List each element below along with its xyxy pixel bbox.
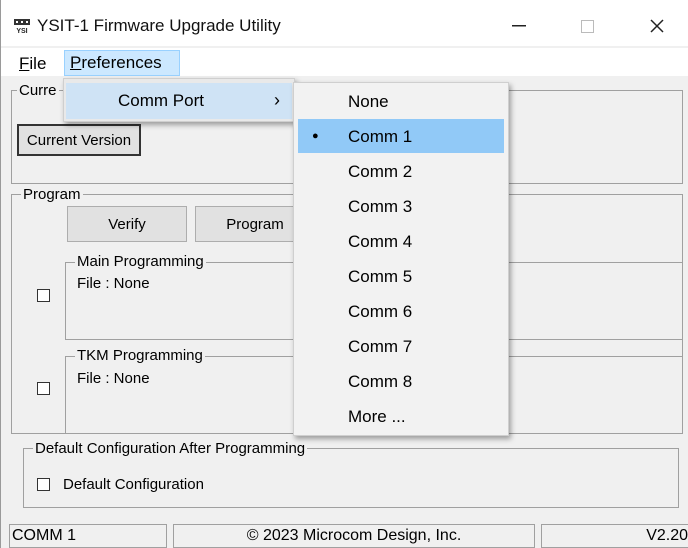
window-title: YSIT-1 Firmware Upgrade Utility [37,16,281,35]
comm-port-submenu: ● None Comm 1 Comm 2 Comm 3 Comm 4 Comm … [293,82,509,436]
preferences-dropdown: Comm Port › [63,78,295,122]
status-port: COMM 1 [9,524,167,548]
title-bar[interactable]: YSI YSIT-1 Firmware Upgrade Utility [1,0,688,46]
bullet-icon: ● [312,130,319,142]
main-programming-label: Main Programming [75,253,206,270]
svg-text:YSI: YSI [16,28,27,34]
tkm-programming-label: TKM Programming [75,347,205,364]
comm-option-2[interactable]: Comm 2 [348,155,412,189]
comm-option-3[interactable]: Comm 3 [348,190,412,224]
status-copyright: © 2023 Microcom Design, Inc. [173,524,535,548]
maximize-button[interactable] [567,10,607,42]
comm-option-7[interactable]: Comm 7 [348,330,412,364]
app-icon: YSI [13,18,31,34]
comm-option-1[interactable]: Comm 1 [348,120,412,154]
comm-option-more[interactable]: More ... [348,400,406,434]
tkm-programming-checkbox[interactable] [37,382,50,395]
comm-option-none[interactable]: None [348,85,389,119]
current-group-label: Curre [17,82,59,99]
file-menu-label: ile [29,54,47,73]
file-menu-hotkey: F [19,54,30,73]
maximize-icon [580,19,594,33]
preferences-menu[interactable]: Preferences [64,50,180,76]
comm-option-6[interactable]: Comm 6 [348,295,412,329]
preferences-menu-label: references [81,53,162,72]
program-group-label: Program [21,186,83,203]
comm-port-label: Comm Port [118,91,204,110]
main-programming-checkbox[interactable] [37,289,50,302]
minimize-icon [512,25,526,27]
comm-option-4[interactable]: Comm 4 [348,225,412,259]
close-button[interactable] [637,10,677,42]
preferences-menu-hotkey: P [70,53,82,72]
default-config-label: Default Configuration [63,476,204,493]
app-window: YSI YSIT-1 Firmware Upgrade Utility File… [0,0,688,548]
comm-option-8[interactable]: Comm 8 [348,365,412,399]
comm-port-menu-item[interactable]: Comm Port › [66,83,292,119]
main-programming-file: File : None [77,275,150,292]
verify-button[interactable]: Verify [67,206,187,242]
default-config-group-label: Default Configuration After Programming [33,440,308,457]
file-menu[interactable]: File [19,52,46,76]
current-version-button[interactable]: Current Version [17,124,141,156]
default-config-checkbox[interactable] [37,478,50,491]
status-version: V2.20 [541,524,688,548]
close-icon [650,19,664,33]
tkm-programming-file: File : None [77,370,150,387]
chevron-right-icon: › [274,90,280,110]
minimize-button[interactable] [499,10,539,42]
comm-option-5[interactable]: Comm 5 [348,260,412,294]
